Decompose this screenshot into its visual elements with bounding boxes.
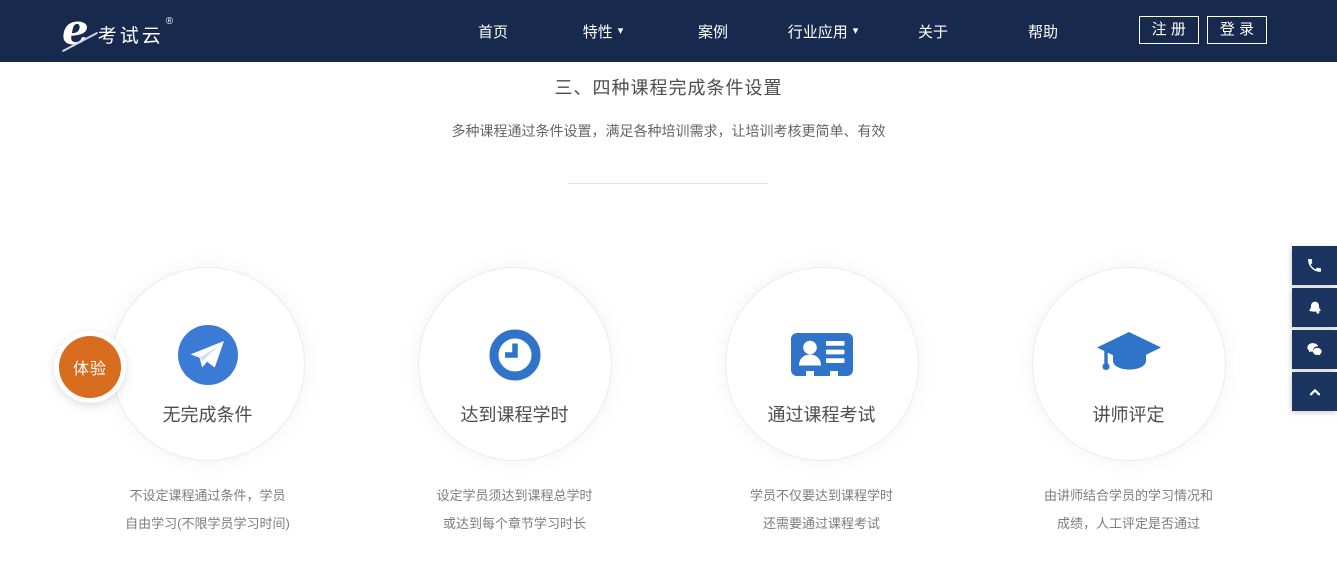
section-divider [568, 183, 768, 184]
caret-down-icon: ▾ [852, 24, 859, 37]
graduation-cap-icon [1095, 322, 1163, 388]
nav-label: 案例 [697, 23, 728, 41]
nav-label: 关于 [917, 23, 948, 41]
contact-wechat-button[interactable] [1292, 330, 1337, 369]
card-description-line: 或达到每个章节学习时长 [442, 516, 586, 531]
card-title: 讲师评定 [1092, 405, 1165, 425]
brand-logo[interactable]: e 考试云 ® [62, 8, 173, 52]
card-title: 无完成条件 [162, 405, 253, 425]
nav-label: 特性 [582, 23, 613, 41]
card-title: 达到课程学时 [460, 405, 569, 425]
nav-item-help[interactable]: 帮助 [988, 0, 1098, 62]
register-button[interactable]: 注 册 [1138, 16, 1199, 44]
course-condition-cards: 无完成条件 不设定课程通过条件，学员 自由学习(不限学员学习时间) 达到课程学时… [54, 267, 1282, 538]
card-circle[interactable]: 无完成条件 [110, 267, 305, 461]
card-description-line: 不设定课程通过条件，学员 [129, 488, 286, 503]
card-title: 通过课程考试 [767, 405, 876, 425]
brand-logo-e-icon: e [62, 5, 89, 54]
back-to-top-button[interactable] [1292, 372, 1337, 411]
nav-item-cases[interactable]: 案例 [658, 0, 768, 62]
registered-mark: ® [165, 16, 174, 27]
card-no-completion-condition: 无完成条件 不设定课程通过条件，学员 自由学习(不限学员学习时间) [54, 267, 361, 538]
nav-item-home[interactable]: 首页 [438, 0, 548, 62]
main-nav: 首页 特性 ▾ 案例 行业应用 ▾ 关于 帮助 [438, 0, 1098, 62]
nav-item-about[interactable]: 关于 [878, 0, 988, 62]
section-title: 三、四种课程完成条件设置 [554, 78, 783, 98]
card-description-line: 成绩，人工评定是否通过 [1056, 516, 1200, 531]
card-circle[interactable]: 达到课程学时 [417, 267, 612, 461]
brand-name: 考试云 [97, 26, 164, 47]
paper-plane-icon [177, 322, 238, 388]
nav-label: 行业应用 [787, 23, 848, 41]
clock-icon [489, 322, 541, 388]
card-circle[interactable]: 通过课程考试 [724, 267, 919, 461]
trial-badge-label: 体验 [72, 361, 107, 378]
nav-label: 帮助 [1027, 23, 1058, 41]
phone-icon [1308, 259, 1321, 272]
card-description-line: 还需要通过课程考试 [762, 516, 880, 531]
card-instructor-evaluation: 讲师评定 由讲师结合学员的学习情况和 成绩，人工评定是否通过 [975, 267, 1282, 538]
card-description: 学员不仅要达到课程学时 还需要通过课程考试 [750, 482, 893, 538]
wechat-icon [1307, 343, 1322, 356]
card-description-line: 设定学员须达到课程总学时 [436, 488, 593, 503]
card-reach-course-hours: 达到课程学时 设定学员须达到课程总学时 或达到每个章节学习时长 [361, 267, 668, 538]
section-subtitle: 多种课程通过条件设置，满足各种培训需求，让培训考核更简单、有效 [451, 123, 886, 139]
qq-icon [1308, 301, 1321, 314]
top-navbar: e 考试云 ® 首页 特性 ▾ 案例 行业应用 ▾ 关于 帮助 注 册 登 录 [0, 0, 1337, 62]
login-button[interactable]: 登 录 [1206, 16, 1267, 44]
trial-badge[interactable]: 体验 [59, 336, 121, 398]
card-description-line: 由讲师结合学员的学习情况和 [1043, 488, 1213, 503]
nav-item-industry-apps[interactable]: 行业应用 ▾ [768, 0, 878, 62]
card-circle[interactable]: 讲师评定 [1031, 267, 1226, 461]
card-description: 不设定课程通过条件，学员 自由学习(不限学员学习时间) [125, 482, 290, 538]
caret-down-icon: ▾ [617, 24, 624, 37]
card-pass-course-exam: 通过课程考试 学员不仅要达到课程学时 还需要通过课程考试 [668, 267, 975, 538]
id-card-icon [790, 322, 854, 388]
card-description: 由讲师结合学员的学习情况和 成绩，人工评定是否通过 [1044, 482, 1213, 538]
card-description-line: 自由学习(不限学员学习时间) [125, 516, 290, 531]
nav-item-features[interactable]: 特性 ▾ [548, 0, 658, 62]
auth-buttons: 注 册 登 录 [1138, 16, 1267, 44]
card-description-line: 学员不仅要达到课程学时 [749, 488, 893, 503]
card-description: 设定学员须达到课程总学时 或达到每个章节学习时长 [436, 482, 592, 538]
chevron-up-icon [1309, 388, 1320, 395]
floating-contact-toolbar [1292, 246, 1337, 411]
contact-qq-button[interactable] [1292, 288, 1337, 327]
nav-label: 首页 [477, 23, 508, 41]
contact-phone-button[interactable] [1292, 246, 1337, 285]
